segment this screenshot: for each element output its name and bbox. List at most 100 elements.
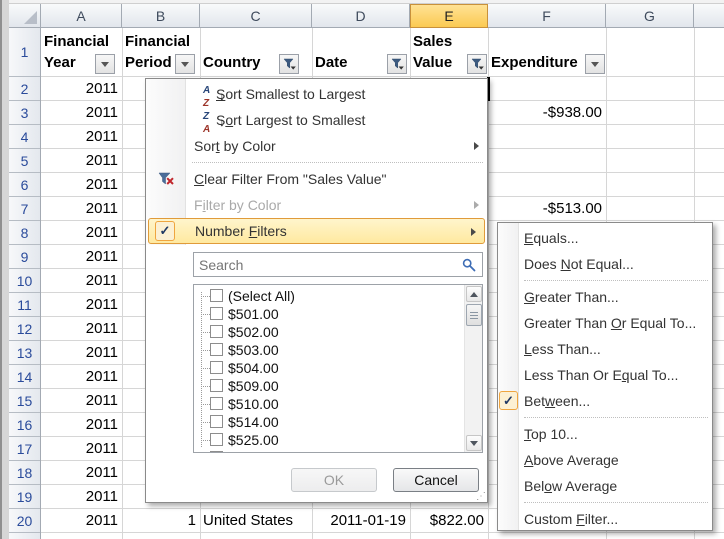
year-cell[interactable]: 2011 <box>41 77 122 101</box>
ok-button[interactable]: OK <box>291 468 377 492</box>
row-header[interactable]: 18 <box>9 461 40 485</box>
row-header[interactable]: 7 <box>9 197 40 221</box>
year-cell[interactable]: 2011 <box>41 197 122 221</box>
row-header[interactable]: 14 <box>9 365 40 389</box>
row-header-1[interactable]: 1 <box>9 28 40 77</box>
checkbox[interactable] <box>210 325 223 338</box>
year-cell[interactable]: 2011 <box>41 317 122 341</box>
row-header[interactable]: 19 <box>9 485 40 509</box>
filter-value-item[interactable]: $509.00 <box>198 377 482 395</box>
checkbox[interactable] <box>210 451 223 453</box>
checkbox[interactable] <box>210 433 223 446</box>
column-header-b[interactable]: B <box>122 4 200 28</box>
year-cell[interactable]: 2011 <box>41 125 122 149</box>
year-cell[interactable]: 2011 <box>41 485 122 509</box>
year-cell[interactable]: 2011 <box>41 341 122 365</box>
year-cell[interactable]: 2011 <box>41 173 122 197</box>
year-cell[interactable]: 2011 <box>41 101 122 125</box>
row-header[interactable]: 16 <box>9 413 40 437</box>
period-filter-button[interactable] <box>175 54 195 74</box>
year-cell[interactable]: 2011 <box>41 365 122 389</box>
menu-item-sort-smallest-to-largest[interactable]: A Z ↓ Sort Smallest to Largest <box>146 81 487 107</box>
checkbox[interactable] <box>210 415 223 428</box>
filter-value-item[interactable]: $501.00 <box>198 305 482 323</box>
row-header[interactable]: 3 <box>9 101 40 125</box>
row-header[interactable]: 17 <box>9 437 40 461</box>
row-header[interactable]: 4 <box>9 125 40 149</box>
year-cell[interactable]: 2011 <box>41 245 122 269</box>
select-all-corner[interactable] <box>9 4 41 28</box>
cell-f3[interactable]: -$938.00 <box>488 101 606 125</box>
cell-b20[interactable]: 1 <box>122 509 200 533</box>
cell-f7[interactable]: -$513.00 <box>488 197 606 221</box>
year-cell[interactable]: 2011 <box>41 389 122 413</box>
row-header[interactable]: 13 <box>9 341 40 365</box>
cell-c20[interactable]: United States <box>200 509 312 533</box>
submenu-item-top-10[interactable]: Top 10... <box>498 421 712 447</box>
submenu-item-less-than[interactable]: Less Than... <box>498 336 712 362</box>
menu-item-number-filters[interactable]: ✓ Number Filters <box>148 218 485 244</box>
scroll-down-button[interactable] <box>466 435 482 451</box>
date-filter-button[interactable] <box>387 54 407 74</box>
row-header[interactable]: 6 <box>9 173 40 197</box>
checkbox[interactable] <box>210 397 223 410</box>
column-header-f[interactable]: F <box>488 4 606 28</box>
filter-value-item[interactable]: $502.00 <box>198 323 482 341</box>
row-header[interactable]: 12 <box>9 317 40 341</box>
submenu-item-greater-than-or-equal-to[interactable]: Greater Than Or Equal To... <box>498 310 712 336</box>
filter-value-item[interactable]: $510.00 <box>198 395 482 413</box>
checkbox[interactable] <box>210 361 223 374</box>
year-cell[interactable]: 2011 <box>41 437 122 461</box>
column-header-d[interactable]: D <box>312 4 410 28</box>
filter-value-item[interactable]: $525.00 <box>198 431 482 449</box>
menu-item-filter-by-color[interactable]: Filter by Color <box>146 192 487 218</box>
year-cell[interactable]: 2011 <box>41 461 122 485</box>
row-header[interactable]: 9 <box>9 245 40 269</box>
cancel-button[interactable]: Cancel <box>393 468 479 492</box>
row-header[interactable]: 5 <box>9 149 40 173</box>
row-header[interactable]: 15 <box>9 389 40 413</box>
sales-value-filter-button[interactable] <box>467 54 487 74</box>
cell-a20[interactable]: 2011 <box>41 509 122 533</box>
column-header-g[interactable]: G <box>606 4 694 28</box>
row-header[interactable]: 10 <box>9 269 40 293</box>
filter-value-item[interactable]: $514.00 <box>198 413 482 431</box>
country-filter-button[interactable] <box>279 54 299 74</box>
scroll-up-button[interactable] <box>466 286 482 302</box>
year-cell[interactable]: 2011 <box>41 413 122 437</box>
resize-grip[interactable]: ⋰ <box>476 492 486 502</box>
expenditure-filter-button[interactable] <box>585 54 605 74</box>
filter-value-item[interactable]: $503.00 <box>198 341 482 359</box>
checkbox[interactable] <box>210 307 223 320</box>
submenu-item-custom-filter[interactable]: Custom Filter... <box>498 506 712 532</box>
cell-d20[interactable]: 2011-01-19 <box>312 509 410 533</box>
cell-e20[interactable]: $822.00 <box>410 509 488 533</box>
column-header-e-selected[interactable]: E <box>410 4 488 28</box>
row-header[interactable]: 8 <box>9 221 40 245</box>
menu-item-clear-filter[interactable]: Clear Filter From "Sales Value" <box>146 166 487 192</box>
column-header-c[interactable]: C <box>200 4 312 28</box>
submenu-item-does-not-equal[interactable]: Does Not Equal... <box>498 251 712 277</box>
year-filter-button[interactable] <box>95 54 115 74</box>
checkbox[interactable] <box>210 379 223 392</box>
row-header[interactable]: 11 <box>9 293 40 317</box>
column-header-a[interactable]: A <box>41 4 122 28</box>
menu-item-sort-largest-to-smallest[interactable]: Z A ↓ Sort Largest to Smallest <box>146 107 487 133</box>
submenu-item-above-average[interactable]: Above Average <box>498 447 712 473</box>
year-cell[interactable]: 2011 <box>41 293 122 317</box>
list-scrollbar[interactable] <box>464 285 482 452</box>
year-cell[interactable]: 2011 <box>41 149 122 173</box>
filter-search-input[interactable] <box>199 255 449 274</box>
checkbox[interactable] <box>210 289 223 302</box>
submenu-item-between[interactable]: ✓ Between... <box>498 388 712 414</box>
column-header-partial[interactable] <box>694 4 724 28</box>
year-cell[interactable]: 2011 <box>41 269 122 293</box>
submenu-item-below-average[interactable]: Below Average <box>498 473 712 499</box>
row-header[interactable]: 2 <box>9 77 40 101</box>
filter-value-item[interactable]: $504.00 <box>198 359 482 377</box>
menu-item-sort-by-color[interactable]: Sort by Color <box>146 133 487 159</box>
submenu-item-greater-than[interactable]: Greater Than... <box>498 284 712 310</box>
row-header[interactable]: 20 <box>9 509 40 533</box>
year-cell[interactable]: 2011 <box>41 221 122 245</box>
filter-value-item[interactable]: (Select All) <box>198 287 482 305</box>
